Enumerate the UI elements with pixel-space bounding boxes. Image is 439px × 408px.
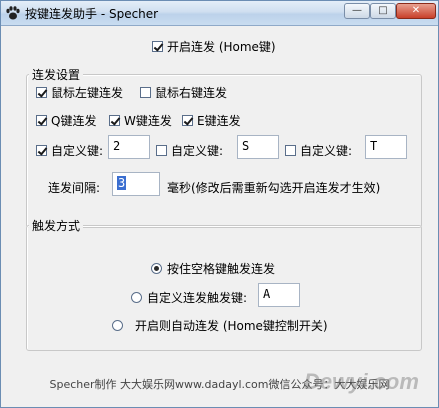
trigger-space-label: 按住空格键触发连发: [167, 262, 276, 276]
custom-key-1-check-icon: [36, 145, 47, 156]
custom-key-1-label: 自定义键:: [51, 144, 104, 158]
mouse-right-check-icon: [140, 87, 151, 98]
watermark-logo: Dewyi.com: [304, 369, 419, 394]
custom-key-1-checkbox[interactable]: 自定义键:: [36, 142, 103, 159]
custom-key-3-label: 自定义键:: [300, 144, 353, 158]
trigger-auto-label: 开启则自动连发 (Home键控制开关): [135, 319, 328, 333]
mouse-left-checkbox[interactable]: 鼠标左键连发: [36, 84, 123, 101]
key-e-check-icon: [182, 115, 193, 126]
custom-key-3-checkbox[interactable]: 自定义键:: [285, 142, 352, 159]
interval-label: 连发间隔:: [48, 181, 101, 195]
trigger-title: 触发方式: [29, 217, 84, 234]
key-w-checkbox[interactable]: W键连发: [109, 112, 172, 129]
key-q-label: Q键连发: [51, 114, 97, 128]
custom-key-2-label: 自定义键:: [171, 144, 224, 158]
key-q-check-icon: [36, 115, 47, 126]
minimize-button[interactable]: —: [344, 3, 370, 19]
custom-key-2-checkbox[interactable]: 自定义键:: [156, 142, 223, 159]
trigger-space-radio-icon: [151, 263, 162, 274]
custom-key-3-check-icon: [285, 145, 296, 156]
app-window: 按键连发助手 - Specher — □ ✕ 开启连发 (Home键) 连发设置…: [0, 0, 439, 408]
trigger-space-radio[interactable]: 按住空格键触发连发: [151, 260, 275, 277]
client-area: 开启连发 (Home键) 连发设置 鼠标左键连发 鼠标右键连发 Q键连发 W键连…: [4, 27, 435, 405]
mouse-left-label: 鼠标左键连发: [51, 86, 124, 100]
close-button[interactable]: ✕: [396, 3, 436, 19]
interval-hint: 毫秒(修改后需重新勾选开启连发才生效): [167, 181, 381, 195]
trigger-custom-radio[interactable]: 自定义连发触发键:: [131, 289, 247, 306]
key-w-label: W键连发: [124, 114, 172, 128]
enable-repeat-label: 开启连发 (Home键): [167, 40, 276, 54]
trigger-key-input[interactable]: A: [258, 283, 300, 307]
key-q-checkbox[interactable]: Q键连发: [36, 112, 96, 129]
paw-icon: [6, 6, 20, 20]
custom-key-2-check-icon: [156, 145, 167, 156]
interval-value: 3: [117, 176, 127, 190]
mouse-left-check-icon: [36, 87, 47, 98]
enable-repeat-check-icon: [152, 41, 163, 52]
key-w-check-icon: [109, 115, 120, 126]
window-title: 按键连发助手 - Specher: [25, 7, 159, 21]
key-e-checkbox[interactable]: E键连发: [182, 112, 241, 129]
trigger-custom-radio-icon: [131, 292, 142, 303]
interval-input[interactable]: 3: [112, 172, 160, 196]
mouse-right-label: 鼠标右键连发: [155, 86, 228, 100]
title-bar[interactable]: 按键连发助手 - Specher — □ ✕: [1, 1, 438, 26]
mouse-right-checkbox[interactable]: 鼠标右键连发: [140, 84, 227, 101]
enable-repeat-checkbox[interactable]: 开启连发 (Home键): [152, 38, 276, 55]
custom-key-2-input[interactable]: S: [237, 135, 279, 159]
key-e-label: E键连发: [197, 114, 241, 128]
custom-key-3-input[interactable]: T: [365, 135, 407, 159]
custom-key-1-input[interactable]: 2: [108, 135, 150, 159]
trigger-auto-radio-icon: [112, 320, 123, 331]
trigger-custom-label: 自定义连发触发键:: [147, 291, 248, 305]
maximize-button[interactable]: □: [370, 3, 396, 19]
repeat-settings-title: 连发设置: [29, 66, 84, 83]
trigger-auto-radio[interactable]: 开启则自动连发 (Home键控制开关): [112, 317, 328, 334]
